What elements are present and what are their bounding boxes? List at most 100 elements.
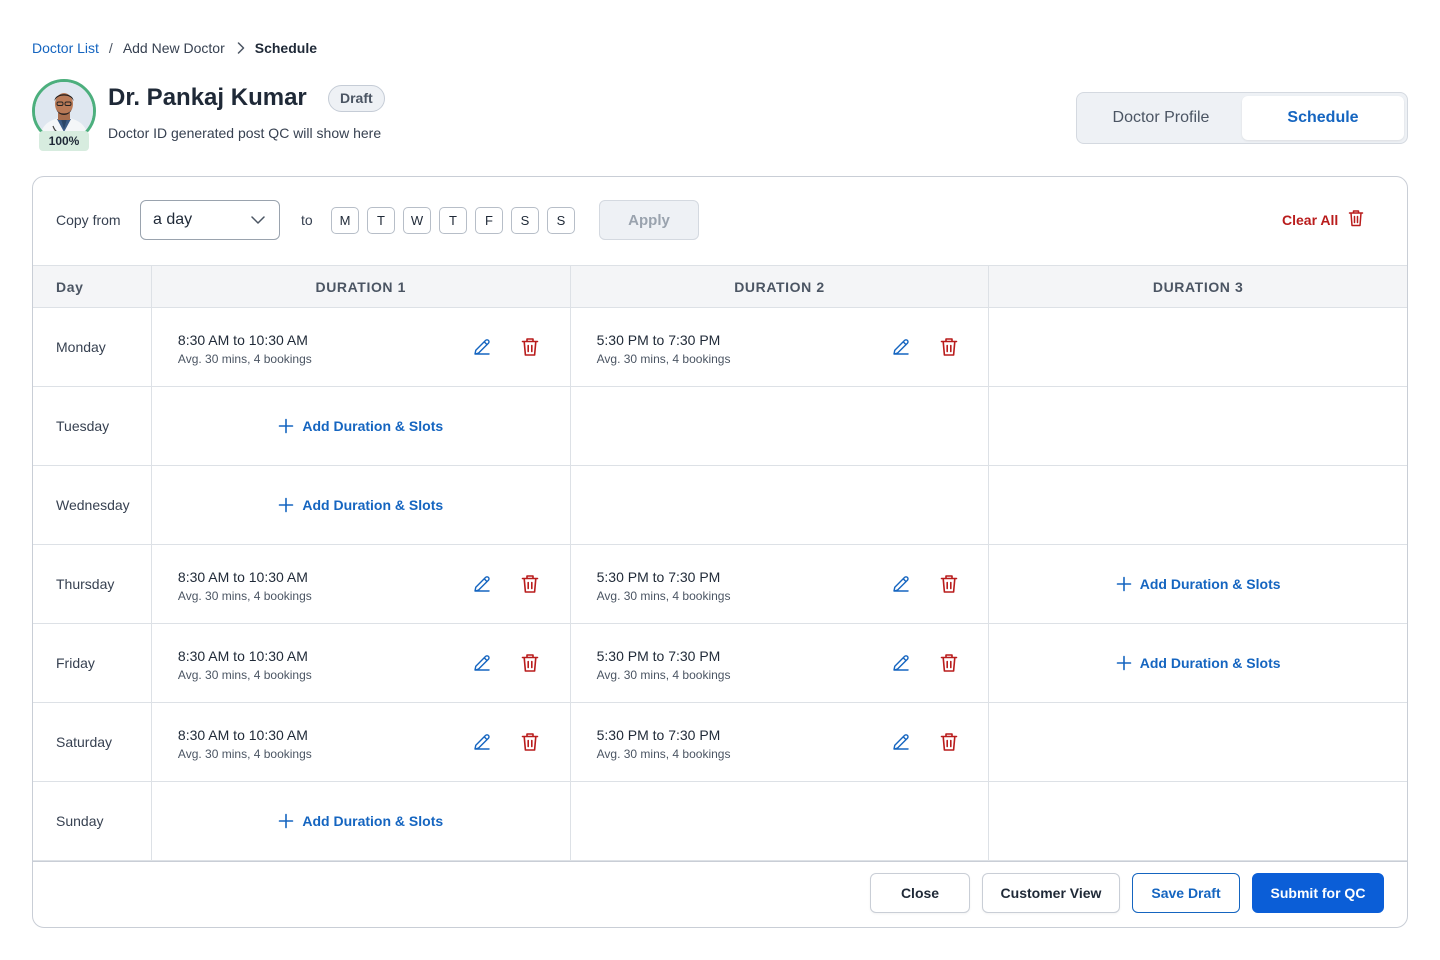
- edit-icon[interactable]: [891, 732, 911, 752]
- slot-meta: Avg. 30 mins, 4 bookings: [596, 668, 731, 682]
- duration-1-cell: 8:30 AM to 10:30 AM Avg. 30 mins, 4 booki…: [152, 545, 571, 623]
- slot-time: 8:30 AM to 10:30 AM: [177, 727, 308, 743]
- slot-meta: Avg. 30 mins, 4 bookings: [177, 668, 312, 682]
- table-row: Wednesday Add Duration & Slots: [33, 466, 1407, 545]
- day-cell: Thursday: [33, 545, 152, 623]
- day-chip-monday[interactable]: M: [331, 207, 359, 234]
- tab-schedule[interactable]: Schedule: [1242, 96, 1404, 140]
- plus-icon: [1116, 655, 1132, 671]
- edit-icon[interactable]: [891, 337, 911, 357]
- slot-time: 5:30 PM to 7:30 PM: [596, 569, 721, 585]
- day-cell: Saturday: [33, 703, 152, 781]
- trash-icon[interactable]: [521, 732, 539, 752]
- to-label: to: [301, 212, 313, 228]
- plus-icon: [1116, 576, 1132, 592]
- copy-from-select[interactable]: a day: [140, 200, 280, 240]
- trash-icon[interactable]: [940, 653, 958, 673]
- duration-2-cell: 5:30 PM to 7:30 PM Avg. 30 mins, 4 bookin…: [571, 624, 990, 702]
- edit-icon[interactable]: [472, 574, 492, 594]
- day-chip-friday[interactable]: F: [475, 207, 503, 234]
- add-duration-slots-link[interactable]: Add Duration & Slots: [989, 545, 1407, 623]
- edit-icon[interactable]: [472, 337, 492, 357]
- copy-from-value: a day: [153, 211, 193, 228]
- edit-icon[interactable]: [891, 653, 911, 673]
- edit-icon[interactable]: [472, 653, 492, 673]
- day-chip-wednesday[interactable]: W: [403, 207, 431, 234]
- add-duration-slots-link[interactable]: Add Duration & Slots: [152, 466, 570, 544]
- add-duration-label: Add Duration & Slots: [302, 418, 444, 434]
- table-row: Friday 8:30 AM to 10:30 AM Avg. 30 mins, 4…: [33, 624, 1407, 703]
- duration-3-cell: [989, 308, 1407, 386]
- table-row: Thursday 8:30 AM to 10:30 AM Avg. 30 mins,…: [33, 545, 1407, 624]
- doctor-name: Dr. Pankaj Kumar: [108, 84, 307, 111]
- add-duration-label: Add Duration & Slots: [302, 497, 444, 513]
- trash-icon[interactable]: [940, 337, 958, 357]
- customer-view-button[interactable]: Customer View: [982, 873, 1120, 913]
- copy-toolbar: Copy from a day to M T W T F S S Apply C…: [33, 177, 1407, 265]
- duration-3-cell: [989, 782, 1407, 860]
- duration-1-cell: Add Duration & Slots: [152, 387, 571, 465]
- chevron-down-icon: [251, 211, 265, 229]
- table-header: Day DURATION 1 DURATION 2 DURATION 3: [33, 265, 1407, 308]
- slot-time: 8:30 AM to 10:30 AM: [177, 332, 308, 348]
- duration-2-cell: 5:30 PM to 7:30 PM Avg. 30 mins, 4 bookin…: [571, 545, 990, 623]
- clear-all-button[interactable]: Clear All: [1282, 209, 1364, 230]
- day-chip-thursday[interactable]: T: [439, 207, 467, 234]
- breadcrumb-doctor-list-link[interactable]: Doctor List: [32, 40, 99, 56]
- day-cell: Monday: [33, 308, 152, 386]
- save-draft-button[interactable]: Save Draft: [1132, 873, 1240, 913]
- plus-icon: [278, 813, 294, 829]
- trash-icon[interactable]: [521, 574, 539, 594]
- edit-icon[interactable]: [891, 574, 911, 594]
- breadcrumb-separator: /: [108, 40, 113, 56]
- status-badge: Draft: [328, 85, 385, 112]
- close-button[interactable]: Close: [870, 873, 970, 913]
- doctor-id-note: Doctor ID generated post QC will show he…: [108, 125, 382, 141]
- duration-2-cell: [571, 782, 990, 860]
- column-header-duration-1: DURATION 1: [152, 266, 571, 307]
- schedule-card: Copy from a day to M T W T F S S Apply C…: [32, 176, 1408, 928]
- slot-meta: Avg. 30 mins, 4 bookings: [596, 352, 731, 366]
- duration-2-cell: [571, 466, 990, 544]
- duration-3-cell: [989, 703, 1407, 781]
- edit-icon[interactable]: [472, 732, 492, 752]
- table-row: Tuesday Add Duration & Slots: [33, 387, 1407, 466]
- plus-icon: [278, 418, 294, 434]
- slot-time: 5:30 PM to 7:30 PM: [596, 332, 721, 348]
- slot-meta: Avg. 30 mins, 4 bookings: [177, 589, 312, 603]
- slot-meta: Avg. 30 mins, 4 bookings: [596, 747, 731, 761]
- trash-icon[interactable]: [940, 574, 958, 594]
- schedule-table: Day DURATION 1 DURATION 2 DURATION 3 Mon…: [33, 265, 1407, 861]
- duration-3-cell: [989, 466, 1407, 544]
- doctor-avatar-container: 100%: [32, 79, 98, 151]
- day-chip-tuesday[interactable]: T: [367, 207, 395, 234]
- slot-meta: Avg. 30 mins, 4 bookings: [596, 589, 731, 603]
- slot-time: 5:30 PM to 7:30 PM: [596, 727, 721, 743]
- day-chip-saturday[interactable]: S: [511, 207, 539, 234]
- slot-time: 8:30 AM to 10:30 AM: [177, 648, 308, 664]
- slot-meta: Avg. 30 mins, 4 bookings: [177, 352, 312, 366]
- trash-icon[interactable]: [521, 337, 539, 357]
- add-duration-slots-link[interactable]: Add Duration & Slots: [152, 782, 570, 860]
- day-chip-sunday[interactable]: S: [547, 207, 575, 234]
- duration-1-cell: 8:30 AM to 10:30 AM Avg. 30 mins, 4 booki…: [152, 703, 571, 781]
- copy-from-label: Copy from: [56, 212, 121, 228]
- submit-for-qc-button[interactable]: Submit for QC: [1252, 873, 1384, 913]
- apply-button[interactable]: Apply: [599, 200, 699, 240]
- slot-time: 8:30 AM to 10:30 AM: [177, 569, 308, 585]
- view-tabs: Doctor Profile Schedule: [1076, 92, 1408, 144]
- table-row: Saturday 8:30 AM to 10:30 AM Avg. 30 mins,…: [33, 703, 1407, 782]
- add-duration-label: Add Duration & Slots: [1139, 655, 1281, 671]
- breadcrumb-add-new-doctor[interactable]: Add New Doctor: [123, 40, 225, 56]
- plus-icon: [278, 497, 294, 513]
- trash-icon[interactable]: [521, 653, 539, 673]
- table-row: Monday 8:30 AM to 10:30 AM Avg. 30 mins, 4…: [33, 308, 1407, 387]
- tab-doctor-profile[interactable]: Doctor Profile: [1080, 96, 1242, 140]
- add-duration-slots-link[interactable]: Add Duration & Slots: [989, 624, 1407, 702]
- duration-1-cell: Add Duration & Slots: [152, 782, 571, 860]
- slot-time: 5:30 PM to 7:30 PM: [596, 648, 721, 664]
- clear-all-label: Clear All: [1282, 211, 1339, 228]
- add-duration-slots-link[interactable]: Add Duration & Slots: [152, 387, 570, 465]
- profile-completion-badge: 100%: [39, 131, 89, 151]
- trash-icon[interactable]: [940, 732, 958, 752]
